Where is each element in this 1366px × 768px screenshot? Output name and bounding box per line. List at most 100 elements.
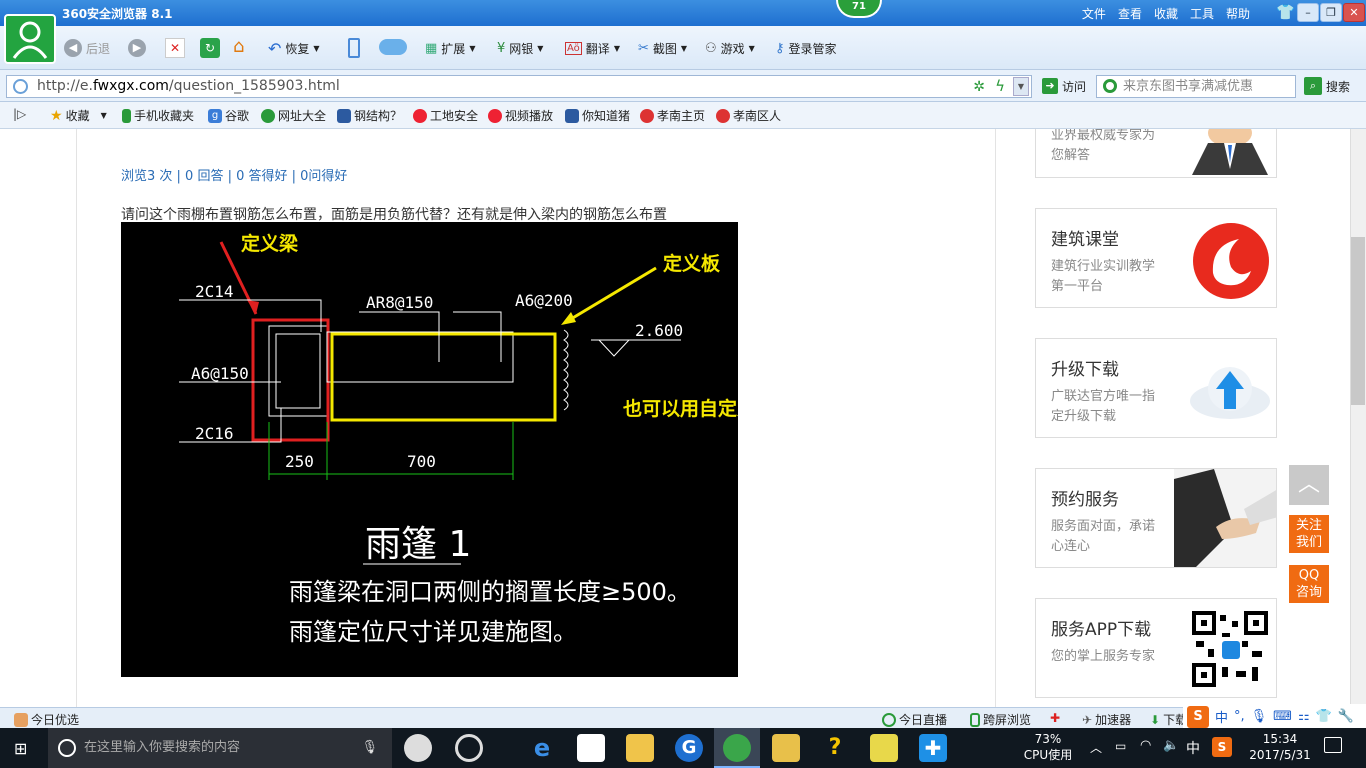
- plus-app-icon[interactable]: ✚: [919, 734, 947, 762]
- toolbar-games[interactable]: ⚇ 游戏 ▼: [705, 37, 755, 59]
- toolbar-extensions[interactable]: ▦ 扩展 ▼: [425, 37, 475, 59]
- refresh-icon[interactable]: ↻: [200, 38, 220, 58]
- leader-slab-main: [359, 311, 440, 362]
- today-picks-button[interactable]: 今日优选: [14, 711, 79, 728]
- today-live-label: 今日直播: [899, 713, 948, 727]
- menu-item-favorites[interactable]: 收藏: [1154, 5, 1178, 22]
- wrench-icon[interactable]: 🔧: [1338, 709, 1354, 724]
- restore-button[interactable]: ↶ 恢复 ▼: [268, 37, 320, 59]
- home-icon[interactable]: ⌂: [233, 36, 244, 57]
- store-icon[interactable]: [577, 734, 605, 762]
- punctuation-icon[interactable]: °,: [1234, 709, 1245, 724]
- app-icon-generic[interactable]: [404, 734, 432, 762]
- menu-item-help[interactable]: 帮助: [1226, 5, 1250, 22]
- fav-item-mobile[interactable]: 手机收藏夹: [122, 107, 194, 124]
- back-to-top-button[interactable]: ︿: [1289, 465, 1329, 505]
- beam-arrow-head: [247, 300, 259, 314]
- vertical-scrollbar[interactable]: [1350, 129, 1366, 707]
- cross-screen-button[interactable]: 跨屏浏览: [970, 711, 1031, 728]
- sidebar-card-app[interactable]: 服务APP下载 您的掌上服务专家: [1035, 598, 1277, 698]
- microphone-icon[interactable]: 🎙: [361, 728, 378, 768]
- keyboard-icon[interactable]: ⌨: [1273, 709, 1292, 724]
- question-stats[interactable]: 浏览3 次 | 0 回答 | 0 答得好 | 0问得好: [121, 165, 347, 184]
- download-button[interactable]: ⬇ 下载: [1150, 711, 1187, 728]
- 360-browser-taskbar-icon[interactable]: [723, 734, 751, 762]
- battery-icon[interactable]: ▭: [1115, 739, 1126, 753]
- calculator-app-icon[interactable]: [870, 734, 898, 762]
- fav-item-xiaonan-district[interactable]: 孝南区人: [716, 107, 781, 124]
- user-avatar-icon[interactable]: [4, 14, 56, 64]
- fav-item-video[interactable]: 视频播放: [488, 107, 553, 124]
- medical-cross-icon[interactable]: ✚: [1050, 711, 1060, 725]
- accelerator-button[interactable]: ✈ 加速器: [1082, 711, 1131, 728]
- sidebar-card-course[interactable]: 建筑课堂 建筑行业实训教学第一平台: [1035, 208, 1277, 308]
- toolbar-translate[interactable]: Aö 翻译 ▼: [565, 37, 620, 59]
- fav-item-steel[interactable]: 钢结构？: [337, 107, 402, 124]
- ime-indicator[interactable]: 中: [1186, 738, 1200, 758]
- url-input[interactable]: http://e.fwxgx.com/question_1585903.html…: [6, 75, 1032, 98]
- fav-item-safety[interactable]: 工地安全: [413, 107, 478, 124]
- shirt-icon[interactable]: 👕: [1276, 3, 1296, 23]
- shirt-icon[interactable]: 👕: [1316, 709, 1332, 724]
- directory-icon: [261, 108, 275, 123]
- notes-app-icon[interactable]: [772, 734, 800, 762]
- cloud-icon[interactable]: [379, 39, 407, 55]
- toolbar-login-manager[interactable]: ⚷ 登录管家: [775, 37, 837, 59]
- fav-item-favorites[interactable]: ★ 收藏 ▼: [50, 107, 107, 124]
- toolbar-extensions-label: 扩展: [441, 41, 466, 56]
- search-button[interactable]: ⌕ 搜索: [1304, 75, 1350, 97]
- app-icon-360[interactable]: [455, 734, 483, 762]
- search-placeholder: 来京东图书享满减优惠: [1123, 79, 1254, 94]
- scrollbar-thumb[interactable]: [1351, 237, 1365, 405]
- search-input[interactable]: 来京东图书享满减优惠: [1096, 75, 1296, 98]
- rebar-top-label: 2C14: [195, 282, 234, 301]
- ime-mode[interactable]: 中: [1215, 707, 1228, 726]
- sidebar-toggle-icon[interactable]: |▷: [13, 107, 26, 121]
- stop-icon[interactable]: ✕: [165, 38, 185, 58]
- sidebar-card-download[interactable]: 升级下载 广联达官方唯一指定升级下载: [1035, 338, 1277, 438]
- sogou-tray-icon[interactable]: S: [1212, 737, 1232, 757]
- undo-icon: ↶: [268, 38, 282, 58]
- sidebar-card-expert[interactable]: 业界最权威专家为您解答: [1035, 129, 1277, 178]
- skin-icon[interactable]: ⚏: [1298, 709, 1310, 724]
- fav-item-xiaonan-home[interactable]: 孝南主页: [640, 107, 705, 124]
- wifi-icon[interactable]: ◠: [1140, 738, 1151, 753]
- toolbar-screenshot[interactable]: ✂ 截图 ▼: [638, 37, 687, 59]
- menu-item-view[interactable]: 查看: [1118, 5, 1142, 22]
- clock[interactable]: 15:34 2017/5/31: [1244, 731, 1316, 763]
- file-explorer-icon[interactable]: [626, 734, 654, 762]
- visit-button[interactable]: ➜ 访问: [1042, 75, 1086, 97]
- qq-consult-button[interactable]: QQ咨询: [1289, 565, 1329, 603]
- forward-icon[interactable]: ▶: [128, 39, 146, 57]
- sidebar-card-appointment[interactable]: 预约服务 服务面对面，承诺心连心: [1035, 468, 1277, 568]
- notification-center-icon[interactable]: [1324, 737, 1342, 753]
- close-button[interactable]: ✕: [1343, 3, 1365, 22]
- taskbar-search-input[interactable]: 在这里输入你要搜索的内容 🎙: [48, 728, 392, 768]
- fav-item-google[interactable]: g 谷歌: [208, 107, 249, 124]
- cpu-meter[interactable]: 73% CPU使用: [1020, 731, 1076, 763]
- sogou-logo-icon[interactable]: S: [1187, 705, 1209, 728]
- fav-item-url-directory[interactable]: 网址大全: [261, 107, 326, 124]
- volume-icon[interactable]: 🔈: [1163, 738, 1179, 753]
- chevron-down-icon[interactable]: ▼: [1013, 77, 1029, 96]
- chevron-up-icon[interactable]: ︿: [1090, 739, 1102, 756]
- menu-item-file[interactable]: 文件: [1082, 5, 1106, 22]
- microphone-icon[interactable]: 🎙: [1251, 709, 1268, 724]
- edge-browser-icon[interactable]: e: [528, 734, 556, 762]
- help-app-icon[interactable]: ?: [821, 734, 849, 762]
- toolbar-translate-label: 翻译: [585, 41, 610, 56]
- lightning-icon[interactable]: ϟ: [995, 76, 1005, 97]
- chevron-down-icon: ▼: [537, 43, 544, 53]
- minimize-button[interactable]: –: [1297, 3, 1319, 22]
- follow-us-button[interactable]: 关注我们: [1289, 515, 1329, 553]
- search-icon: ⌕: [1304, 77, 1322, 95]
- today-live-button[interactable]: 今日直播: [882, 711, 947, 728]
- phone-icon[interactable]: [348, 38, 360, 58]
- toolbar-bank[interactable]: ¥ 网银 ▼: [497, 37, 543, 59]
- back-button[interactable]: ◀ 后退: [64, 37, 110, 59]
- windows-start-icon[interactable]: ⊞: [14, 739, 27, 758]
- glodon-app-icon[interactable]: G: [675, 734, 703, 762]
- fav-item-pig[interactable]: 你知道猪: [565, 107, 630, 124]
- menu-item-tools[interactable]: 工具: [1190, 5, 1214, 22]
- maximize-button[interactable]: ❐: [1320, 3, 1342, 22]
